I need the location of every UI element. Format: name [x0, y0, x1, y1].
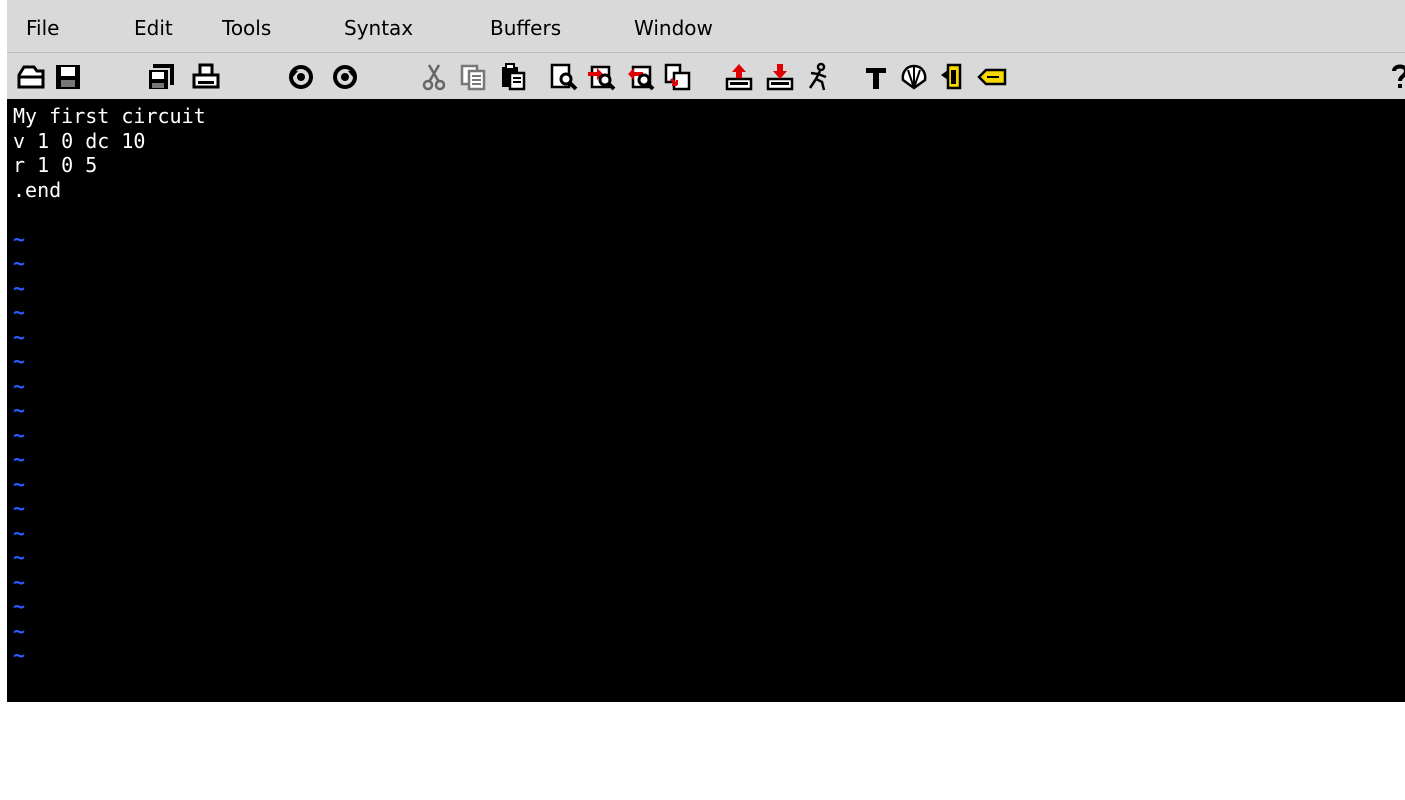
find-previous-icon[interactable]: [626, 62, 656, 92]
replace-icon[interactable]: [663, 62, 693, 92]
save-session-icon[interactable]: [765, 62, 795, 92]
empty-line-tilde: ~: [13, 594, 26, 618]
make-icon[interactable]: [861, 62, 891, 92]
empty-line-tilde: ~: [13, 324, 26, 349]
buffer-line: My first circuit: [13, 104, 206, 128]
empty-line-tilde: ~: [13, 373, 26, 398]
menu-tools[interactable]: Tools: [222, 16, 271, 40]
menu-syntax[interactable]: Syntax: [344, 16, 413, 40]
paste-icon[interactable]: [498, 62, 528, 92]
empty-line-tilde: ~: [13, 300, 26, 324]
cut-icon[interactable]: [419, 62, 449, 92]
empty-line-tilde: ~: [13, 226, 26, 251]
load-session-icon[interactable]: [724, 62, 754, 92]
save-all-icon[interactable]: [146, 62, 176, 92]
find-next-icon[interactable]: [587, 62, 617, 92]
print-icon[interactable]: [191, 62, 221, 92]
empty-line-tilde: ~: [13, 545, 26, 569]
help-icon[interactable]: [1385, 62, 1405, 92]
empty-line-tilde: ~: [13, 447, 26, 471]
empty-line-tilde: ~: [13, 520, 26, 545]
menu-edit[interactable]: Edit: [134, 16, 173, 40]
run-script-icon[interactable]: [804, 62, 834, 92]
jump-to-tag-icon[interactable]: [977, 62, 1007, 92]
empty-line-tilde: ~: [13, 643, 26, 667]
buffer-line: r 1 0 5: [13, 153, 98, 177]
menu-window[interactable]: Window: [634, 16, 713, 40]
empty-line-tilde: ~: [13, 471, 26, 496]
empty-line-tilde: ~: [13, 496, 26, 520]
cursor-position: 5,0-1: [1165, 776, 1226, 800]
undo-icon[interactable]: [286, 62, 316, 92]
status-message: "circuit1.cir" 5L, 43C written: [14, 776, 376, 800]
buffer-line: .end: [13, 177, 62, 202]
find-icon[interactable]: [549, 62, 579, 92]
save-icon[interactable]: [53, 62, 83, 92]
empty-line-tilde: ~: [13, 569, 26, 594]
empty-line-tilde: ~: [13, 275, 26, 300]
empty-line-tilde: ~: [13, 618, 26, 643]
menu-buffers[interactable]: Buffers: [490, 16, 561, 40]
empty-line-tilde: ~: [13, 422, 26, 447]
redo-icon[interactable]: [330, 62, 360, 92]
toolbar: [7, 53, 1405, 99]
make-tags-icon[interactable]: [938, 62, 968, 92]
window-frame: [0, 0, 7, 702]
menu-bar: File Edit Tools Syntax Buffers Window: [7, 0, 1405, 53]
empty-line-tilde: ~: [13, 349, 26, 373]
buffer-line: v 1 0 dc 10: [13, 128, 146, 153]
shell-icon[interactable]: [899, 62, 929, 92]
empty-line-tilde: ~: [13, 398, 26, 422]
empty-line-tilde: ~: [13, 251, 26, 275]
menu-file[interactable]: File: [26, 16, 59, 40]
copy-icon[interactable]: [458, 62, 488, 92]
open-file-icon[interactable]: [16, 62, 46, 92]
editor-area[interactable]: My first circuit v 1 0 dc 10 r 1 0 5 .en…: [7, 99, 1405, 800]
